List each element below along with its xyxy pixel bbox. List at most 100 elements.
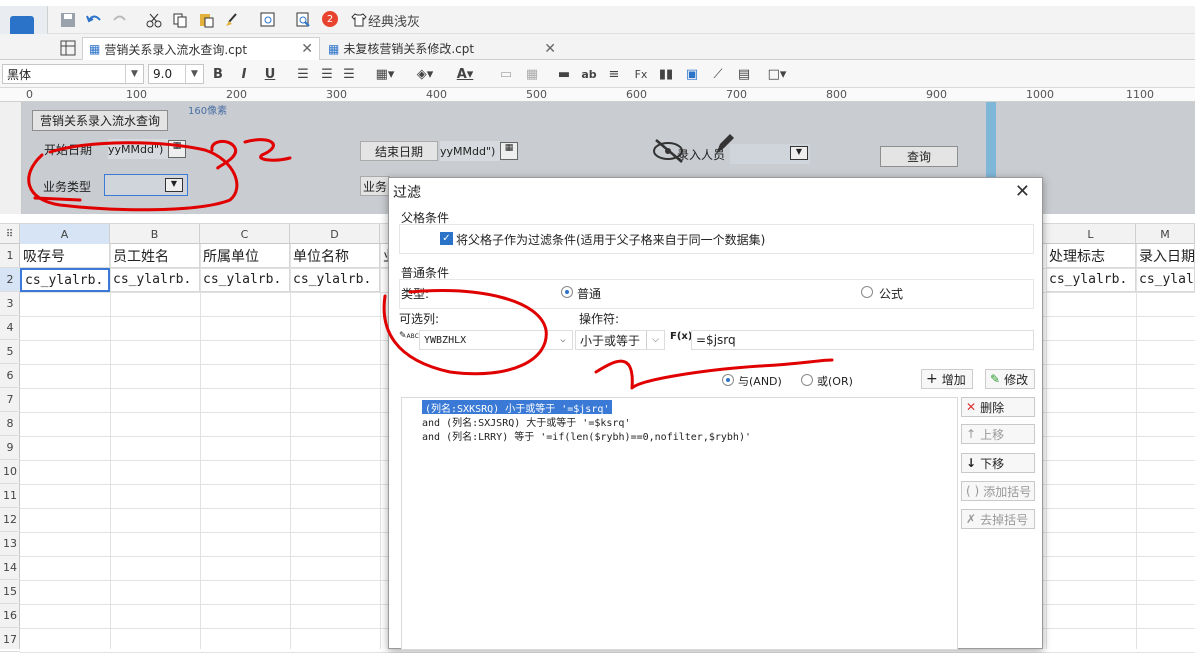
start-date-field[interactable]: yyMMdd") xyxy=(108,139,168,159)
bold-button[interactable]: B xyxy=(210,63,226,85)
add-bracket-button[interactable]: ( ) 添加括号 xyxy=(961,481,1035,501)
column-header-c[interactable]: C xyxy=(200,224,290,244)
column-header-b[interactable]: B xyxy=(110,224,200,244)
format-brush-icon[interactable] xyxy=(222,9,242,31)
remove-bracket-button[interactable]: ✗ 去掉括号 xyxy=(961,509,1035,529)
row-header[interactable]: 1 xyxy=(0,244,20,268)
style-button[interactable]: 经典浅灰 xyxy=(368,9,424,31)
shirt-icon[interactable] xyxy=(350,9,368,31)
radio-formula[interactable] xyxy=(861,286,873,298)
notification-badge[interactable]: 2 xyxy=(322,11,338,27)
row-header[interactable]: 3 xyxy=(0,292,20,316)
move-down-button[interactable]: ↓ 下移 xyxy=(961,453,1035,473)
font-color-icon[interactable]: A▾ xyxy=(450,63,480,85)
slash-icon[interactable]: ⟋ xyxy=(708,63,728,85)
row-header[interactable]: 10 xyxy=(0,460,20,484)
align-center-icon[interactable]: ☰ xyxy=(318,63,336,85)
data-cell[interactable]: cs_ylalrb. xyxy=(290,268,380,292)
tab-report-modify[interactable]: ▦ 未复核营销关系修改.cpt ✕ xyxy=(322,37,562,60)
radio-normal[interactable] xyxy=(561,286,573,298)
grid-icon[interactable] xyxy=(58,37,78,59)
paste-icon[interactable] xyxy=(196,9,216,31)
formula-icon[interactable]: F(x) xyxy=(670,331,692,342)
business-type-combo[interactable]: ▼ xyxy=(104,174,188,196)
search-doc-icon[interactable] xyxy=(294,9,314,31)
align-right-icon[interactable]: ☰ xyxy=(340,63,358,85)
header-cell[interactable]: 处理标志 xyxy=(1046,244,1136,268)
close-icon[interactable]: ✕ xyxy=(544,41,556,57)
row-header[interactable]: 2 xyxy=(0,268,20,292)
split-icon[interactable]: ▦ xyxy=(522,63,542,85)
data-cell[interactable]: cs_ylalrb. xyxy=(200,268,290,292)
condition-item-selected[interactable]: (列名:SXKSRQ) 小于或等于 '=$jsrq' xyxy=(422,400,613,415)
formula-icon[interactable]: Fx xyxy=(630,63,652,85)
operator-select[interactable]: 小于或等于 ⌵ xyxy=(575,330,665,350)
insert-row-icon[interactable]: ▬ xyxy=(554,63,574,85)
delete-button[interactable]: ✕ 删除 xyxy=(961,397,1035,417)
paragraph-icon[interactable]: ≡ xyxy=(604,63,624,85)
query-button[interactable]: 查询 xyxy=(880,146,958,167)
data-cell[interactable]: cs_ylalrb. xyxy=(20,268,110,292)
modify-button[interactable]: ✎ 修改 xyxy=(985,369,1035,389)
close-icon[interactable]: ✕ xyxy=(1015,181,1030,202)
row-header[interactable]: 7 xyxy=(0,388,20,412)
image-icon[interactable]: ▣ xyxy=(682,63,702,85)
border-icon[interactable]: ▦▾ xyxy=(370,63,400,85)
row-header[interactable]: 12 xyxy=(0,508,20,532)
column-select[interactable]: YWBZHLX ⌵ xyxy=(419,330,573,350)
column-header-m[interactable]: M xyxy=(1136,224,1195,244)
data-cell[interactable]: cs_ylal xyxy=(1136,268,1195,292)
font-family-select[interactable]: 黑体 ▼ xyxy=(2,64,144,84)
merge-icon[interactable]: ▭ xyxy=(496,63,516,85)
select-all-corner[interactable]: ⠿ xyxy=(0,224,20,244)
row-header[interactable]: 8 xyxy=(0,412,20,436)
underline-button[interactable]: U xyxy=(262,63,278,85)
radio-and[interactable] xyxy=(722,374,734,386)
text-button[interactable]: ab xyxy=(580,63,598,85)
row-header[interactable]: 14 xyxy=(0,556,20,580)
row-header[interactable]: 17 xyxy=(0,628,20,652)
data-cell[interactable]: cs_ylalrb. xyxy=(110,268,200,292)
close-icon[interactable]: ✕ xyxy=(301,41,313,57)
undo-icon[interactable] xyxy=(84,9,104,31)
parent-checkbox[interactable]: ✓ xyxy=(440,232,453,245)
row-header[interactable]: 4 xyxy=(0,316,20,340)
preview-icon[interactable] xyxy=(258,9,278,31)
row-header[interactable]: 5 xyxy=(0,340,20,364)
row-header[interactable]: 15 xyxy=(0,580,20,604)
calendar-icon[interactable]: ▦ xyxy=(500,142,518,160)
subreport-icon[interactable]: ▤ xyxy=(734,63,754,85)
report-title-label[interactable]: 营销关系录入流水查询 xyxy=(32,110,168,131)
column-header-a[interactable]: A xyxy=(20,224,110,244)
font-size-select[interactable]: 9.0 ▼ xyxy=(148,64,204,84)
row-header[interactable]: 9 xyxy=(0,436,20,460)
fill-color-icon[interactable]: ◈▾ xyxy=(410,63,440,85)
header-cell[interactable]: 吸存号 xyxy=(20,244,110,268)
add-button[interactable]: + 增加 xyxy=(921,369,973,389)
value-input[interactable]: =$jsrq xyxy=(691,330,1034,350)
condition-item[interactable]: and (列名:SXJSRQ) 大于或等于 '=$ksrq' xyxy=(422,414,630,429)
condition-item[interactable]: and (列名:LRRY) 等于 '=if(len($rybh)==0,nofi… xyxy=(422,428,751,443)
frame-icon[interactable]: □▾ xyxy=(762,63,792,85)
align-left-icon[interactable]: ☰ xyxy=(294,63,312,85)
header-cell[interactable]: 录入日期 xyxy=(1136,244,1195,268)
column-header-d[interactable]: D xyxy=(290,224,380,244)
cut-icon[interactable] xyxy=(144,9,164,31)
calendar-icon[interactable]: ▦ xyxy=(168,140,186,158)
row-header[interactable]: 13 xyxy=(0,532,20,556)
header-cell[interactable]: 单位名称 xyxy=(290,244,380,268)
column-header-l[interactable]: L xyxy=(1046,224,1136,244)
move-up-button[interactable]: ↑ 上移 xyxy=(961,424,1035,444)
redo-icon[interactable] xyxy=(110,9,130,31)
radio-or[interactable] xyxy=(801,374,813,386)
save-icon[interactable] xyxy=(58,9,78,31)
end-date-field[interactable]: yyMMdd") xyxy=(440,141,500,161)
row-header[interactable]: 6 xyxy=(0,364,20,388)
chart-icon[interactable]: ▮▮ xyxy=(656,63,676,85)
row-header[interactable]: 16 xyxy=(0,604,20,628)
italic-button[interactable]: I xyxy=(236,63,252,85)
header-cell[interactable]: 员工姓名 xyxy=(110,244,200,268)
row-header[interactable]: 11 xyxy=(0,484,20,508)
data-cell[interactable]: cs_ylalrb. xyxy=(1046,268,1136,292)
tab-report-query[interactable]: ▦ 营销关系录入流水查询.cpt ✕ xyxy=(82,37,320,60)
